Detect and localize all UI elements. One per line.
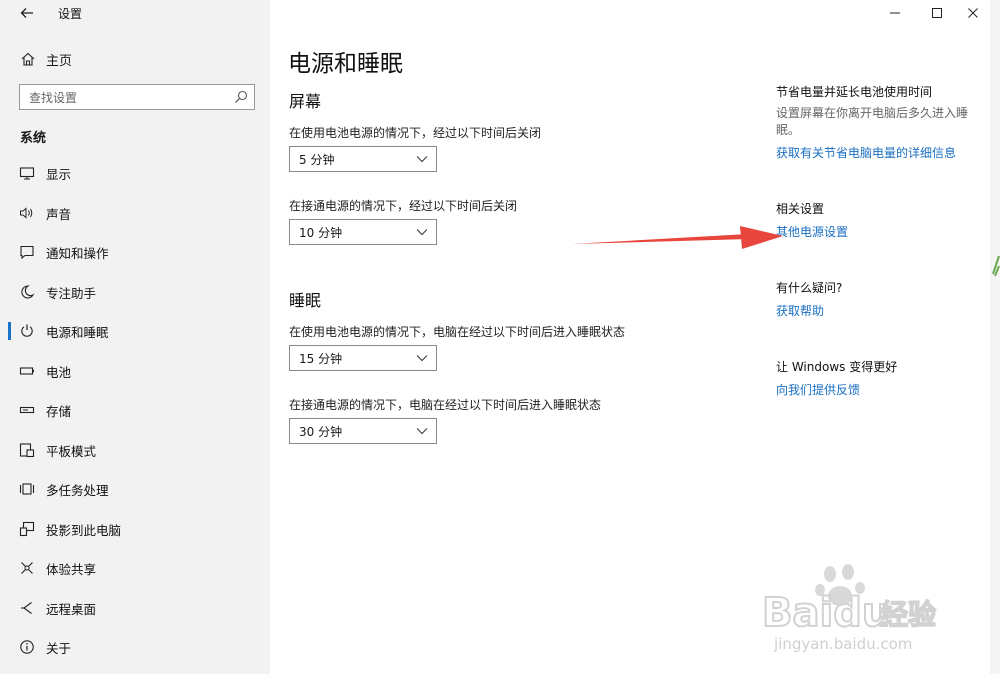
- sidebar-item-label: 显示: [46, 167, 72, 182]
- multitask-icon: [19, 483, 35, 495]
- sidebar-item-label: 通知和操作: [46, 246, 109, 261]
- moon-icon: [21, 285, 35, 299]
- window-controls: [870, 0, 1000, 26]
- sidebar-item-shared-experiences[interactable]: 体验共享: [0, 553, 270, 583]
- home-label: 主页: [46, 54, 73, 69]
- sidebar-item-label: 电源和睡眠: [46, 325, 109, 340]
- sidebar-item-label: 平板模式: [46, 444, 97, 459]
- dropdown-value: 15 分钟: [299, 352, 343, 366]
- sleep-battery-label: 在使用电池电源的情况下，电脑在经过以下时间后进入睡眠状态: [289, 325, 626, 339]
- screen-plugged-label: 在接通电源的情况下，经过以下时间后关闭: [289, 199, 518, 213]
- sidebar-item-label: 声音: [46, 207, 72, 222]
- section-title-sleep: 睡眠: [289, 291, 322, 310]
- chevron-down-icon: [416, 355, 428, 362]
- battery-icon: [19, 367, 34, 375]
- screen-battery-dropdown[interactable]: 5 分钟: [289, 146, 437, 172]
- red-arrow-annotation: [572, 226, 783, 249]
- question-heading: 有什么疑问?: [776, 281, 843, 295]
- sidebar-item-battery[interactable]: 电池: [0, 356, 270, 386]
- sidebar-item-label: 专注助手: [46, 286, 97, 301]
- related-settings-heading: 相关设置: [776, 202, 825, 216]
- info-icon: [20, 640, 34, 654]
- share-icon: [21, 562, 33, 574]
- sidebar-item-label: 投影到此电脑: [46, 523, 122, 538]
- baidu-jingyan-watermark: Baidu 经验 jingyan.baidu.com: [762, 564, 937, 653]
- dropdown-value: 5 分钟: [299, 153, 335, 167]
- section-label-system: 系统: [20, 131, 47, 146]
- sidebar-item-label: 体验共享: [46, 562, 97, 577]
- feedback-link[interactable]: 向我们提供反馈: [776, 381, 860, 398]
- sidebar-item-label: 电池: [46, 365, 72, 380]
- section-title-screen: 屏幕: [289, 92, 322, 111]
- chevron-down-icon: [416, 229, 428, 236]
- watermark-url: jingyan.baidu.com: [773, 635, 912, 653]
- sidebar-item-home[interactable]: 主页: [0, 46, 270, 72]
- sidebar-item-projection[interactable]: 投影到此电脑: [0, 514, 270, 544]
- sidebar-item-power-sleep[interactable]: 电源和睡眠: [0, 316, 270, 346]
- sidebar: 设置 主页 查找设置 系统 显示 声音 通知和操作 专注助手 电源和睡眠 电池 …: [0, 0, 270, 674]
- chevron-down-icon: [416, 428, 428, 435]
- sidebar-item-tablet-mode[interactable]: 平板模式: [0, 435, 270, 465]
- watermark-brand: Bai: [762, 590, 833, 636]
- background-window-edge: [990, 0, 1000, 674]
- background-app-icon: [992, 255, 1000, 277]
- sidebar-item-display[interactable]: 显示: [0, 158, 270, 188]
- sidebar-item-label: 远程桌面: [46, 602, 97, 617]
- watermark-jingyan: 经验: [880, 598, 936, 631]
- title-bar: 设置: [0, 0, 270, 26]
- speaker-icon: [20, 207, 33, 219]
- sidebar-item-about[interactable]: 关于: [0, 632, 270, 662]
- sidebar-item-focus-assist[interactable]: 专注助手: [0, 277, 270, 307]
- remote-icon: [21, 602, 32, 614]
- projection-icon: [19, 521, 35, 537]
- improve-windows-heading: 让 Windows 变得更好: [776, 360, 898, 374]
- close-icon[interactable]: [964, 4, 982, 22]
- dropdown-value: 10 分钟: [299, 226, 343, 240]
- sleep-plugged-dropdown[interactable]: 30 分钟: [289, 418, 437, 444]
- sleep-battery-dropdown[interactable]: 15 分钟: [289, 345, 437, 371]
- tablet-icon: [19, 443, 35, 458]
- monitor-icon: [19, 167, 35, 180]
- sidebar-item-sound[interactable]: 声音: [0, 198, 270, 228]
- sidebar-item-label: 多任务处理: [46, 483, 109, 498]
- sidebar-item-storage[interactable]: 存储: [0, 395, 270, 425]
- app-title: 设置: [58, 7, 83, 21]
- save-power-description: 设置屏幕在你离开电脑后多久进入睡眠。: [776, 106, 969, 137]
- dropdown-value: 30 分钟: [299, 425, 343, 439]
- page-title: 电源和睡眠: [288, 51, 403, 77]
- additional-power-settings-link[interactable]: 其他电源设置: [776, 223, 848, 240]
- sidebar-item-remote-desktop[interactable]: 远程桌面: [0, 593, 270, 623]
- save-power-heading: 节省电量并延长电池使用时间: [776, 85, 933, 99]
- save-power-link[interactable]: 获取有关节省电脑电量的详细信息: [776, 144, 956, 161]
- sidebar-item-label: 关于: [46, 641, 72, 656]
- power-icon: [21, 324, 33, 337]
- svg-text:Baidu: Baidu: [762, 590, 890, 636]
- sidebar-item-multitasking[interactable]: 多任务处理: [0, 474, 270, 504]
- search-input[interactable]: 查找设置: [19, 84, 255, 110]
- home-icon: [21, 52, 35, 66]
- get-help-link[interactable]: 获取帮助: [776, 302, 824, 319]
- chevron-down-icon: [416, 156, 428, 163]
- search-icon[interactable]: [234, 90, 248, 104]
- screen-plugged-dropdown[interactable]: 10 分钟: [289, 219, 437, 245]
- notification-icon: [20, 245, 34, 260]
- search-placeholder: 查找设置: [29, 91, 78, 105]
- sleep-plugged-label: 在接通电源的情况下，电脑在经过以下时间后进入睡眠状态: [289, 398, 602, 412]
- sidebar-item-notifications[interactable]: 通知和操作: [0, 237, 270, 267]
- storage-icon: [19, 406, 35, 414]
- screen-battery-label: 在使用电池电源的情况下，经过以下时间后关闭: [289, 126, 542, 140]
- minimize-icon[interactable]: [886, 4, 904, 22]
- back-arrow-icon[interactable]: [18, 4, 36, 22]
- sidebar-item-label: 存储: [46, 404, 72, 419]
- maximize-icon[interactable]: [928, 4, 946, 22]
